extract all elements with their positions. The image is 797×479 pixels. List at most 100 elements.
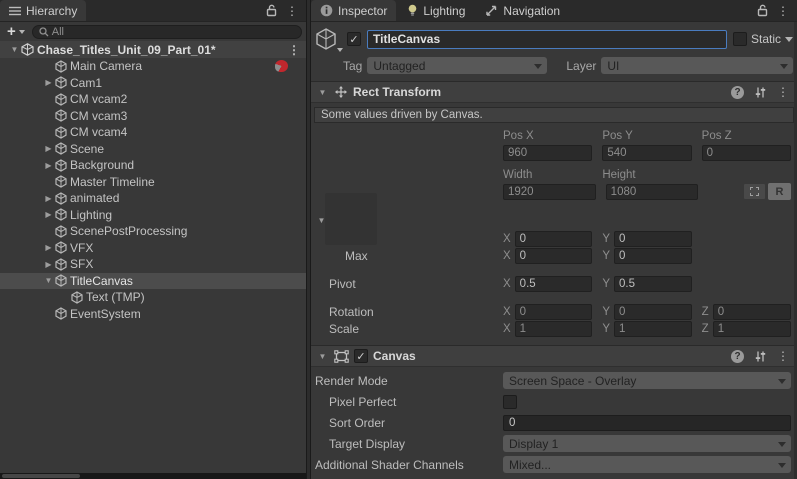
- foldout-expanded-icon[interactable]: ▼: [316, 352, 329, 361]
- gameobject-name-input[interactable]: TitleCanvas: [367, 30, 727, 49]
- hierarchy-row[interactable]: ▶ VFX: [0, 240, 306, 257]
- hierarchy-row[interactable]: ▶ animated: [0, 190, 306, 207]
- foldout-expanded-icon[interactable]: ▼: [316, 88, 329, 97]
- hierarchy-row[interactable]: ▶ Cam1: [0, 75, 306, 92]
- target-display-dropdown[interactable]: Display 1: [503, 435, 791, 452]
- foldout-arrow-icon[interactable]: ▶: [42, 161, 55, 170]
- foldout-arrow-icon[interactable]: ▶: [42, 243, 55, 252]
- tag-dropdown[interactable]: Untagged: [367, 57, 547, 74]
- canvas-title: Canvas: [373, 349, 416, 363]
- foldout-arrow-icon[interactable]: ▶: [42, 194, 55, 203]
- scale-z-field[interactable]: 1: [713, 321, 791, 337]
- hierarchy-row[interactable]: CM vcam3: [0, 108, 306, 125]
- rotation-z-field[interactable]: 0: [713, 304, 791, 320]
- foldout-expanded-icon[interactable]: ▼: [8, 45, 21, 54]
- foldout-arrow-icon[interactable]: ▶: [42, 144, 55, 153]
- hierarchy-row[interactable]: ▶ Scene: [0, 141, 306, 158]
- anchor-min-x-field[interactable]: 0: [515, 231, 593, 247]
- lock-icon[interactable]: [757, 4, 768, 17]
- kebab-menu-icon[interactable]: ⋮: [777, 5, 789, 17]
- hierarchy-row[interactable]: ▶ Background: [0, 157, 306, 174]
- search-icon: [39, 27, 49, 37]
- anchor-max-x-field[interactable]: 0: [515, 248, 593, 264]
- additional-shader-channels-dropdown[interactable]: Mixed...: [503, 456, 791, 473]
- gameobject-cube-icon: [55, 126, 67, 139]
- presets-icon[interactable]: [754, 350, 767, 363]
- width-field[interactable]: 1920: [503, 184, 596, 200]
- kebab-menu-icon[interactable]: ⋮: [286, 5, 298, 17]
- tab-navigation[interactable]: Navigation: [476, 0, 569, 21]
- pos-y-field[interactable]: 540: [602, 145, 691, 161]
- anchor-min-y-field[interactable]: 0: [614, 231, 692, 247]
- kebab-menu-icon[interactable]: ⋮: [777, 86, 789, 98]
- hierarchy-row[interactable]: ▼ TitleCanvas: [0, 273, 306, 290]
- gameobject-cube-icon: [55, 142, 67, 155]
- gameobject-cube-icon: [55, 60, 67, 73]
- kebab-menu-icon[interactable]: ⋮: [777, 350, 789, 362]
- hierarchy-row[interactable]: EventSystem: [0, 306, 306, 323]
- hierarchy-search-input[interactable]: All: [32, 25, 302, 39]
- scale-x-field[interactable]: 1: [515, 321, 593, 337]
- hierarchy-row[interactable]: CM vcam2: [0, 91, 306, 108]
- pixel-perfect-checkbox[interactable]: ✓: [503, 395, 517, 409]
- rotation-x-field[interactable]: 0: [515, 304, 593, 320]
- gameobject-cube-icon: [71, 291, 83, 304]
- hierarchy-row[interactable]: Text (TMP): [0, 289, 306, 306]
- anchors-foldout[interactable]: ▼ Anchors: [311, 212, 797, 228]
- layer-dropdown[interactable]: UI: [601, 57, 793, 74]
- gameobject-cube-icon: [55, 225, 67, 238]
- pos-x-field[interactable]: 960: [503, 145, 592, 161]
- hierarchy-item-label: EventSystem: [70, 307, 141, 321]
- tab-inspector[interactable]: Inspector: [311, 0, 396, 21]
- hierarchy-row[interactable]: Master Timeline: [0, 174, 306, 191]
- kebab-menu-icon[interactable]: ⋮: [288, 44, 300, 56]
- scene-header-row[interactable]: ▼ Chase_Titles_Unit_09_Part_01* ⋮: [0, 41, 306, 58]
- hierarchy-tabbar: Hierarchy ⋮: [0, 0, 306, 22]
- canvas-enabled-checkbox[interactable]: ✓: [354, 349, 368, 363]
- blueprint-mode-button[interactable]: [743, 183, 766, 200]
- sort-order-field[interactable]: 0: [503, 415, 791, 431]
- active-checkbox[interactable]: ✓: [347, 32, 361, 46]
- height-label: Height: [602, 169, 691, 181]
- scale-label: Scale: [315, 322, 503, 336]
- anchor-preview-widget[interactable]: [325, 193, 377, 245]
- foldout-arrow-icon[interactable]: ▶: [42, 260, 55, 269]
- foldout-arrow-icon[interactable]: ▶: [42, 210, 55, 219]
- rotation-y-field[interactable]: 0: [614, 304, 692, 320]
- pos-z-field[interactable]: 0: [702, 145, 791, 161]
- pivot-y-field[interactable]: 0.5: [614, 276, 692, 292]
- tab-hierarchy[interactable]: Hierarchy: [0, 0, 86, 21]
- rect-transform-header[interactable]: ▼ Rect Transform ? ⋮: [311, 81, 797, 103]
- hierarchy-row[interactable]: ▶ Lighting: [0, 207, 306, 224]
- target-display-label: Target Display: [315, 437, 503, 451]
- foldout-arrow-icon[interactable]: ▶: [42, 78, 55, 87]
- help-icon[interactable]: ?: [731, 350, 744, 363]
- hierarchy-row[interactable]: ScenePostProcessing: [0, 223, 306, 240]
- hierarchy-row[interactable]: CM vcam4: [0, 124, 306, 141]
- static-checkbox[interactable]: ✓: [733, 32, 747, 46]
- lock-icon[interactable]: [266, 4, 277, 17]
- add-object-button[interactable]: +: [4, 24, 28, 39]
- pivot-x-field[interactable]: 0.5: [515, 276, 593, 292]
- raw-edit-mode-button[interactable]: R: [768, 183, 791, 200]
- hierarchy-row[interactable]: Main Camera: [0, 58, 306, 75]
- gameobject-header: ✓ TitleCanvas ✓ Static Tag Untagged Laye…: [311, 22, 797, 81]
- gameobject-cube-icon[interactable]: [315, 27, 341, 51]
- foldout-arrow-icon[interactable]: ▼: [42, 276, 55, 285]
- render-mode-dropdown[interactable]: Screen Space - Overlay: [503, 372, 791, 389]
- help-icon[interactable]: ?: [731, 86, 744, 99]
- pivot-label: Pivot: [315, 277, 503, 291]
- static-dropdown-icon[interactable]: [785, 37, 793, 42]
- anchor-max-y-field[interactable]: 0: [614, 248, 692, 264]
- list-icon: [9, 6, 21, 16]
- hierarchy-row[interactable]: ▶ SFX: [0, 256, 306, 273]
- scrollbar-thumb[interactable]: [2, 474, 80, 478]
- scale-y-field[interactable]: 1: [614, 321, 692, 337]
- horizontal-scrollbar[interactable]: [0, 473, 306, 479]
- canvas-header[interactable]: ▼ ✓ Canvas ?: [311, 345, 797, 367]
- height-field[interactable]: 1080: [606, 184, 699, 200]
- presets-icon[interactable]: [754, 86, 767, 99]
- tab-lighting[interactable]: Lighting: [398, 0, 474, 21]
- driven-values-text: Some values driven by Canvas.: [321, 109, 483, 121]
- static-label: Static: [751, 32, 781, 46]
